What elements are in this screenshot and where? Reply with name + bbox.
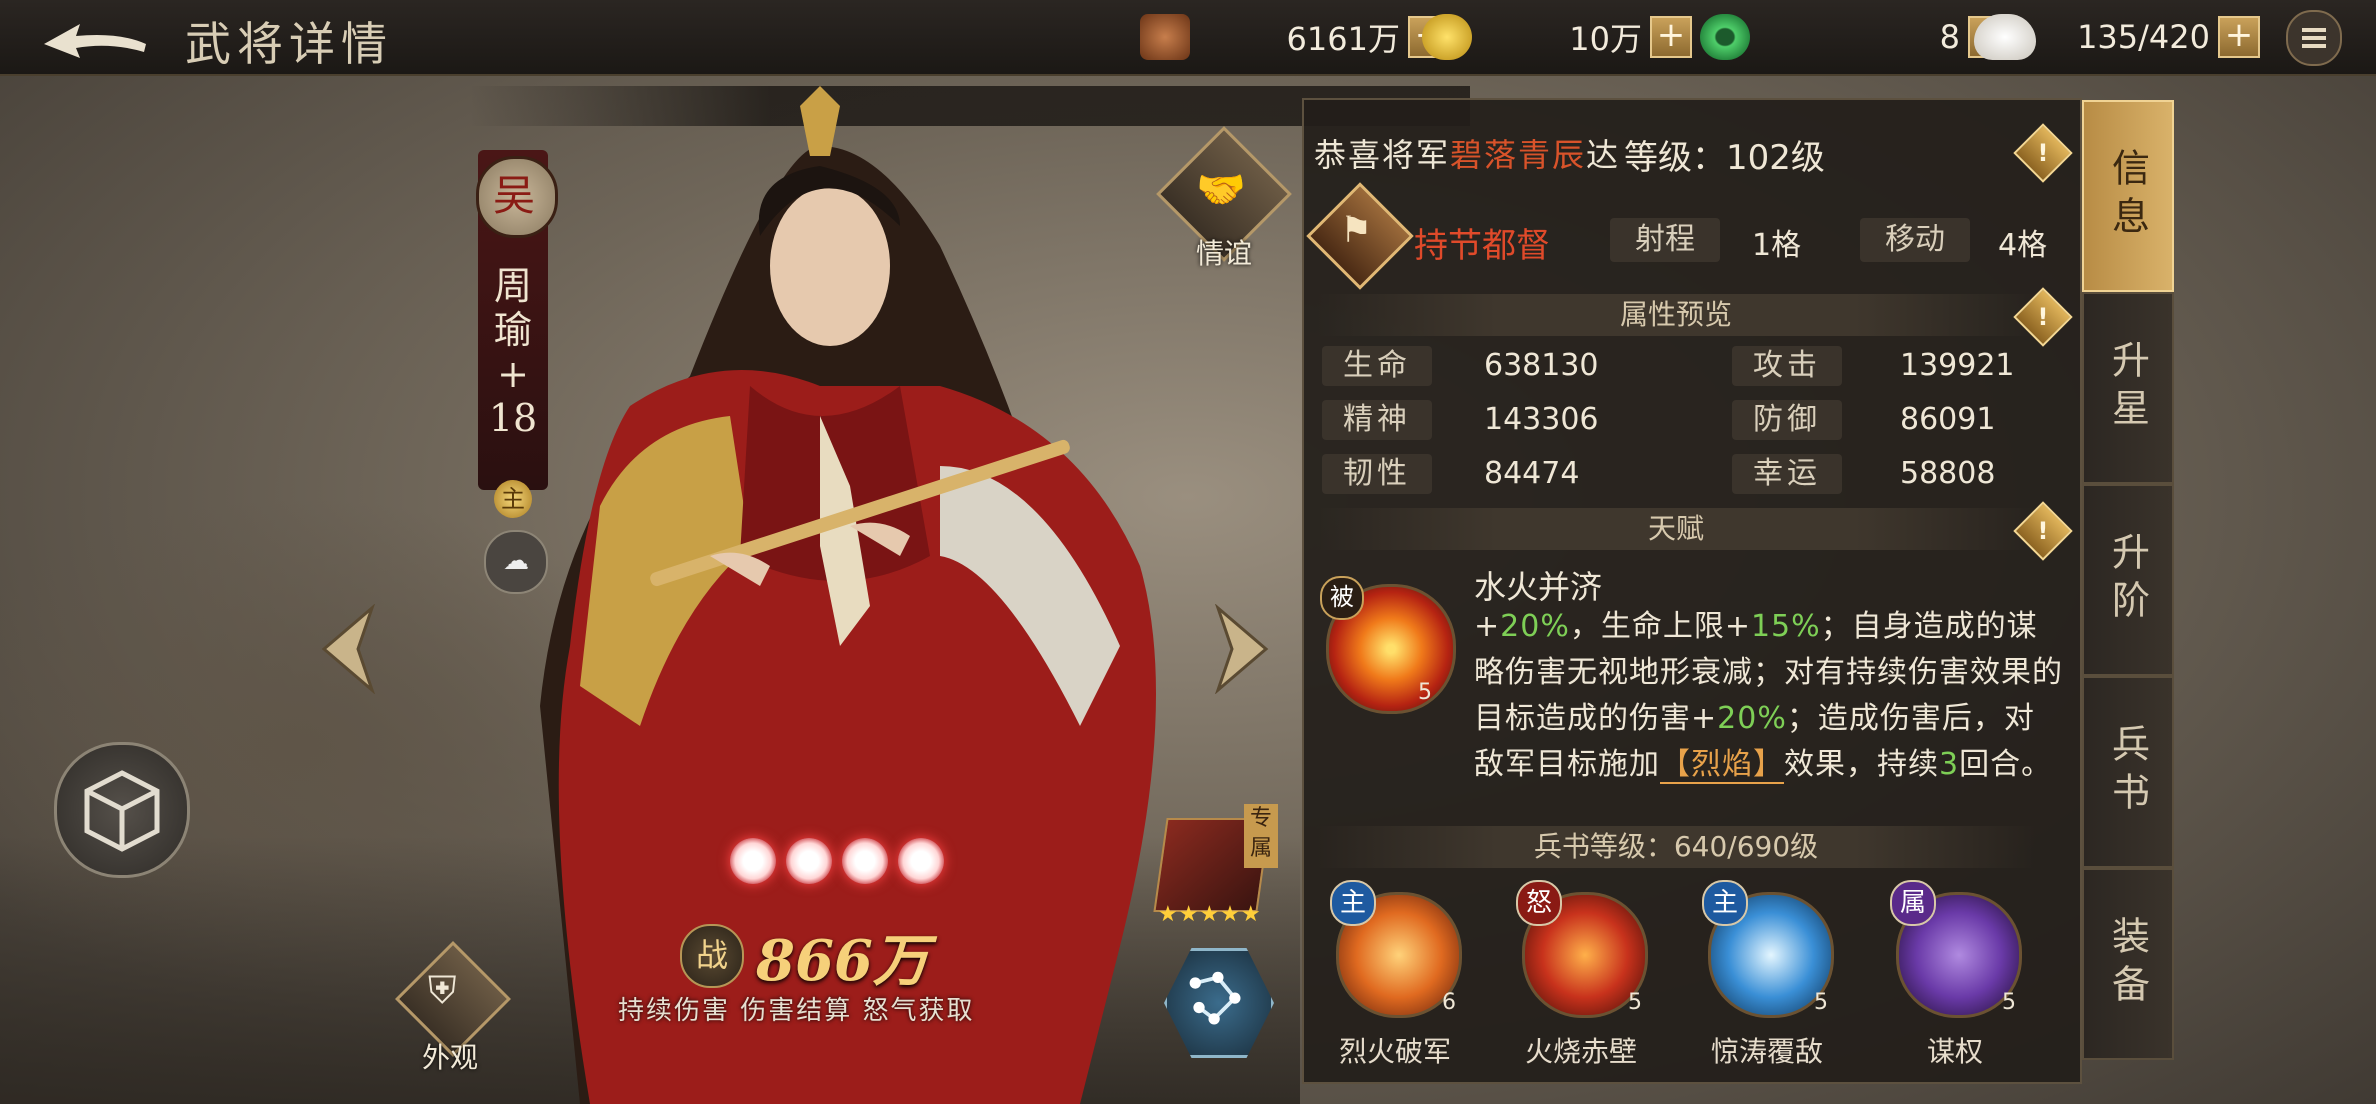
menu-button[interactable] <box>2286 10 2342 66</box>
book-level-bar: 兵书等级：640/690级 <box>1316 826 2036 868</box>
attr-label: 攻击 <box>1732 346 1842 386</box>
player-name: 碧落青辰 <box>1450 136 1587 174</box>
talent-section-title: 天赋 <box>1316 508 2036 550</box>
congrats-message: 恭喜将军碧落青辰达 <box>1314 136 1621 174</box>
skill-level: 5 <box>1628 990 1642 1015</box>
awaken-orb <box>786 838 832 884</box>
skill-list: 主 6 烈火破军 怒 5 火烧赤壁 主 5 惊涛覆敌 属 5 谋权 <box>1330 880 2050 1068</box>
skill-name: 烈火破军 <box>1338 1035 1451 1068</box>
attr-value: 139921 <box>1900 348 2015 383</box>
attr-value: 638130 <box>1484 348 1599 383</box>
tab-info[interactable]: 信息 <box>2082 100 2174 292</box>
back-button[interactable] <box>40 14 150 60</box>
attr-value: 84474 <box>1484 456 1580 491</box>
attribute-row: 生命 638130 攻击 139921 <box>1322 346 2032 390</box>
skill-level: 5 <box>1814 990 1828 1015</box>
hero-tags: 持续伤害 伤害结算 怒气获取 <box>618 996 975 1026</box>
flame-effect-link[interactable]: 【烈焰】 <box>1660 747 1784 784</box>
power-icon: 战 <box>680 924 744 988</box>
gold-value: 10万 <box>1569 20 1642 58</box>
combat-power: 866万 <box>756 928 929 994</box>
awaken-orb <box>730 838 776 884</box>
hero-class: 持节都督 <box>1414 226 1550 266</box>
skill-tag: 怒 <box>1516 880 1562 926</box>
passive-tag: 被 <box>1320 576 1364 620</box>
tab-star-up[interactable]: 升星 <box>2082 292 2174 484</box>
talent-description: +20%，生命上限+15%；自身造成的谋略伤害无视地形衰减；对有持续伤害效果的目… <box>1474 609 2063 784</box>
attr-value: 143306 <box>1484 402 1599 437</box>
skill-name: 惊涛覆敌 <box>1710 1035 1823 1068</box>
exclusive-tag: 专属 <box>1244 804 1278 868</box>
move-label: 移动 <box>1860 218 1970 262</box>
attribute-row: 韧性 84474 幸运 58808 <box>1322 454 2032 498</box>
skill-tag: 主 <box>1330 880 1376 926</box>
back-arrow-icon <box>44 24 146 58</box>
tab-rank-up[interactable]: 升阶 <box>2082 484 2174 676</box>
attr-value: 86091 <box>1900 402 1996 437</box>
attr-label: 幸运 <box>1732 454 1842 494</box>
skill-tag: 主 <box>1702 880 1748 926</box>
bond-label: 情谊 <box>1195 237 1252 270</box>
range-label: 射程 <box>1610 218 1720 262</box>
exclamation-icon: ! <box>2037 517 2049 545</box>
copper-coin-icon <box>1140 14 1190 60</box>
talent-name: 水火并济 <box>1474 568 1603 606</box>
skill-name: 火烧赤壁 <box>1524 1035 1637 1068</box>
attr-label: 韧性 <box>1322 454 1432 494</box>
hero-name: 周 瑜 + 18 <box>488 264 538 440</box>
jade-value: 8 <box>1939 18 1960 56</box>
attr-label: 精神 <box>1322 400 1432 440</box>
handshake-icon: 🤝 <box>1196 167 1246 213</box>
cube-icon <box>84 770 160 852</box>
appearance-label: 外观 <box>421 1041 478 1074</box>
rice-icon <box>1974 14 2036 60</box>
page-title: 武将详情 <box>185 17 393 71</box>
talent-level: 5 <box>1418 680 1432 705</box>
main-role-badge: 主 <box>494 480 532 518</box>
skill-name: 谋权 <box>1926 1035 1983 1068</box>
cloud-icon[interactable]: ☁ <box>484 530 548 594</box>
hero-level: 等级：102级 <box>1624 138 1825 178</box>
skill-level: 6 <box>1442 990 1456 1015</box>
add-rice-button[interactable]: + <box>2218 16 2260 58</box>
weapon-stars: ★★★★★ <box>1158 902 1262 927</box>
awaken-orb <box>898 838 944 884</box>
gold-coin-icon <box>1422 14 1472 60</box>
resource-rice: 135/420 + <box>1974 14 2260 60</box>
armor-icon: ⛨ <box>428 968 457 1012</box>
resource-jade: 8 + <box>1700 14 2010 60</box>
skill-tag: 属 <box>1890 880 1936 926</box>
treasure-cube-button[interactable] <box>54 742 190 878</box>
menu-icon <box>2302 28 2326 32</box>
resource-gold: 10万 + <box>1422 14 1692 60</box>
resource-copper: 6161万 + <box>1140 14 1450 60</box>
attributes-section-title: 属性预览 <box>1316 294 2036 336</box>
tab-equipment[interactable]: 装备 <box>2082 868 2174 1060</box>
attr-label: 生命 <box>1322 346 1432 386</box>
skill-level: 5 <box>2002 990 2016 1015</box>
awaken-orb <box>842 838 888 884</box>
attribute-row: 精神 143306 防御 86091 <box>1322 400 2032 444</box>
range-value: 1格 <box>1752 228 1802 263</box>
exclamation-icon: ! <box>2037 303 2049 331</box>
move-value: 4格 <box>1998 228 2048 263</box>
flag-icon: ⚑ <box>1340 210 1373 251</box>
attr-value: 58808 <box>1900 456 1996 491</box>
jade-icon <box>1700 14 1750 60</box>
next-hero-arrow-icon[interactable] <box>1212 604 1272 694</box>
faction-label: 吴 <box>492 171 535 220</box>
tab-war-book[interactable]: 兵书 <box>2082 676 2174 868</box>
attr-label: 防御 <box>1732 400 1842 440</box>
awaken-orbs <box>730 838 944 884</box>
previous-hero-arrow-icon[interactable] <box>318 604 378 694</box>
exclamation-icon: ! <box>2037 139 2049 167</box>
add-gold-button[interactable]: + <box>1650 16 1692 58</box>
rice-value: 135/420 <box>2077 18 2210 56</box>
copper-value: 6161万 <box>1286 20 1400 58</box>
